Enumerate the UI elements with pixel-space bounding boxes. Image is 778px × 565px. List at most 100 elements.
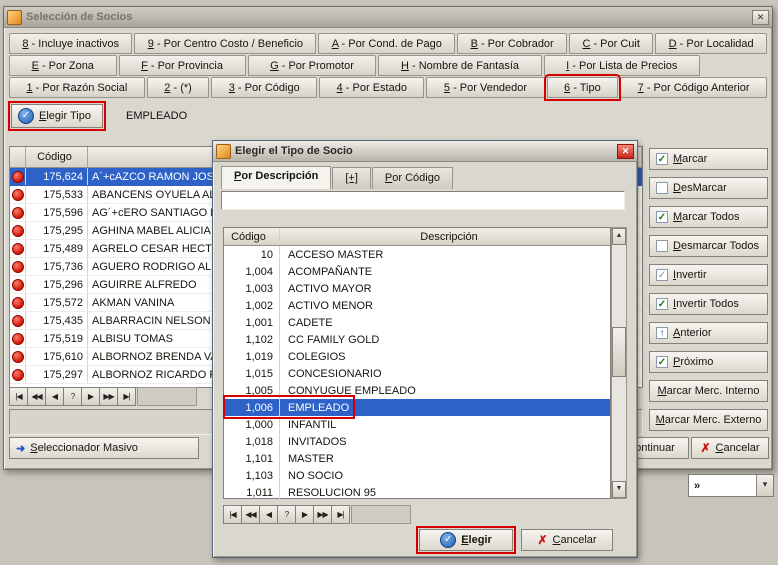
nav-button-1[interactable]: ◀◀ xyxy=(27,387,46,406)
type-description: INVITADOS xyxy=(280,433,610,450)
record-dot-icon xyxy=(12,171,24,183)
nav-button-2[interactable]: ◀ xyxy=(259,505,278,524)
marcar-merc-interno-button[interactable]: Marcar Merc. Interno xyxy=(649,380,768,402)
member-code: 175,435 xyxy=(26,312,88,329)
marcar-button[interactable]: ✓Marcar xyxy=(649,148,768,170)
tab-2[interactable]: 2 - (*) xyxy=(147,77,209,98)
tab-g-por-promotor[interactable]: G - Por Promotor xyxy=(248,55,377,76)
record-dot-icon xyxy=(12,333,24,345)
scrollbar[interactable]: ▲ ▼ xyxy=(611,227,627,499)
type-code: 1,102 xyxy=(224,331,280,348)
member-code: 175,596 xyxy=(26,204,88,221)
type-description: ACCESO MASTER xyxy=(280,246,610,263)
scrollbar-thumb[interactable] xyxy=(612,327,626,377)
type-code: 1,002 xyxy=(224,297,280,314)
dialog-tab-por-c-digo[interactable]: Por Código xyxy=(372,167,453,189)
choose-type-button[interactable]: ✓ Elegir Tipo xyxy=(11,104,103,128)
nav-button-2[interactable]: ◀ xyxy=(45,387,64,406)
tab-9-por-centro-costo-beneficio[interactable]: 9 - Por Centro Costo / Beneficio xyxy=(134,33,316,54)
selected-type-label: EMPLEADO xyxy=(126,104,187,128)
choose-button[interactable]: ✓ Elegir xyxy=(419,529,513,551)
scrollbar-track[interactable] xyxy=(612,245,626,481)
type-row[interactable]: 1,003ACTIVO MAYOR xyxy=(224,280,610,297)
type-row[interactable]: 1,002ACTIVO MENOR xyxy=(224,297,610,314)
pr-ximo-button[interactable]: ✓Próximo xyxy=(649,351,768,373)
red-x-icon: ✗ xyxy=(537,533,547,547)
nav-filler xyxy=(351,505,411,524)
nav-button-6[interactable]: ▶| xyxy=(331,505,350,524)
nav-button-1[interactable]: ◀◀ xyxy=(241,505,260,524)
type-row[interactable]: 1,000INFANTIL xyxy=(224,416,610,433)
nav-button-4[interactable]: ▶ xyxy=(81,387,100,406)
tab-1-por-raz-n-social[interactable]: 1 - Por Razón Social xyxy=(9,77,145,98)
checkbox-empty-icon xyxy=(656,240,668,252)
bottom-dropdown[interactable]: » ▾ xyxy=(688,474,774,497)
action-button-label: Marcar Merc. Externo xyxy=(656,414,762,426)
window-title: Selección de Socios xyxy=(26,11,748,23)
anterior-button[interactable]: ↑Anterior xyxy=(649,322,768,344)
type-code: 1,005 xyxy=(224,382,280,399)
nav-button-5[interactable]: ▶▶ xyxy=(313,505,332,524)
tab-3-por-c-digo[interactable]: 3 - Por Código xyxy=(211,77,317,98)
tab-4-por-estado[interactable]: 4 - Por Estado xyxy=(319,77,424,98)
tab-i-por-lista-de-precios[interactable]: I - Por Lista de Precios xyxy=(544,55,700,76)
member-code: 175,296 xyxy=(26,276,88,293)
nav-button-0[interactable]: |◀ xyxy=(9,387,28,406)
invertir-todos-button[interactable]: ✓Invertir Todos xyxy=(649,293,768,315)
cancel-button[interactable]: ✗ Cancelar xyxy=(691,437,769,459)
marcar-todos-button[interactable]: ✓Marcar Todos xyxy=(649,206,768,228)
tab-8-incluye-inactivos[interactable]: 8 - Incluye inactivos xyxy=(9,33,132,54)
tab-f-por-provincia[interactable]: F - Por Provincia xyxy=(119,55,246,76)
chevron-down-icon[interactable]: ▾ xyxy=(756,475,773,496)
nav-button-4[interactable]: ▶ xyxy=(295,505,314,524)
screen: Selección de Socios ✕ 8 - Incluye inacti… xyxy=(0,0,778,565)
type-row[interactable]: 1,015CONCESIONARIO xyxy=(224,365,610,382)
scroll-down-icon[interactable]: ▼ xyxy=(612,481,626,498)
dialog-close-icon[interactable]: ✕ xyxy=(617,144,634,159)
type-row[interactable]: 1,001CADETE xyxy=(224,314,610,331)
desmarcar-todos-button[interactable]: Desmarcar Todos xyxy=(649,235,768,257)
type-row[interactable]: 1,006EMPLEADO xyxy=(224,399,610,416)
marcar-merc-externo-button[interactable]: Marcar Merc. Externo xyxy=(649,409,768,431)
type-row[interactable]: 10ACCESO MASTER xyxy=(224,246,610,263)
type-row[interactable]: 1,018INVITADOS xyxy=(224,433,610,450)
mass-selector-button[interactable]: ➜ Seleccionador Masivo xyxy=(9,437,199,459)
nav-button-5[interactable]: ▶▶ xyxy=(99,387,118,406)
tab-e-por-zona[interactable]: E - Por Zona xyxy=(9,55,117,76)
tab-6-tipo[interactable]: 6 - Tipo xyxy=(547,77,619,98)
dialog-cancel-button[interactable]: ✗ Cancelar xyxy=(521,529,613,551)
type-row[interactable]: 1,103NO SOCIO xyxy=(224,467,610,484)
tab-b-por-cobrador[interactable]: B - Por Cobrador xyxy=(457,33,567,54)
record-icon-cell xyxy=(10,366,26,383)
type-row[interactable]: 1,102CC FAMILY GOLD xyxy=(224,331,610,348)
tab-c-por-cuit[interactable]: C - Por Cuit xyxy=(569,33,653,54)
nav-button-3[interactable]: ? xyxy=(277,505,296,524)
record-icon-cell xyxy=(10,258,26,275)
scroll-up-icon[interactable]: ▲ xyxy=(612,228,626,245)
tab-5-por-vendedor[interactable]: 5 - Por Vendedor xyxy=(426,77,544,98)
desmarcar-button[interactable]: DesMarcar xyxy=(649,177,768,199)
action-button-label: DesMarcar xyxy=(673,182,727,194)
type-row[interactable]: 1,101MASTER xyxy=(224,450,610,467)
tab-7-por-c-digo-anterior[interactable]: 7 - Por Código Anterior xyxy=(620,77,767,98)
nav-button-3[interactable]: ? xyxy=(63,387,82,406)
tab-h-nombre-de-fantas-a[interactable]: H - Nombre de Fantasía xyxy=(378,55,541,76)
dialog-tab-item[interactable]: [+] xyxy=(332,167,371,189)
search-input[interactable] xyxy=(221,191,625,210)
nav-button-6[interactable]: ▶| xyxy=(117,387,136,406)
close-icon[interactable]: ✕ xyxy=(752,10,769,25)
dialog-tab-por-descripci-n[interactable]: Por Descripción xyxy=(221,166,331,189)
nav-button-0[interactable]: |◀ xyxy=(223,505,242,524)
type-row[interactable]: 1,019COLEGIOS xyxy=(224,348,610,365)
type-row[interactable]: 1,011RESOLUCION 95 xyxy=(224,484,610,501)
dialog-icon xyxy=(216,144,231,159)
record-icon-cell xyxy=(10,240,26,257)
tab-a-por-cond-de-pago[interactable]: A - Por Cond. de Pago xyxy=(318,33,455,54)
type-row[interactable]: 1,004ACOMPAÑANTE xyxy=(224,263,610,280)
main-titlebar: Selección de Socios ✕ xyxy=(4,7,772,28)
tab-d-por-localidad[interactable]: D - Por Localidad xyxy=(655,33,767,54)
type-code: 10 xyxy=(224,246,280,263)
type-row[interactable]: 1,005CONYUGUE EMPLEADO xyxy=(224,382,610,399)
invertir-button[interactable]: ✓Invertir xyxy=(649,264,768,286)
member-code: 175,624 xyxy=(26,168,88,185)
